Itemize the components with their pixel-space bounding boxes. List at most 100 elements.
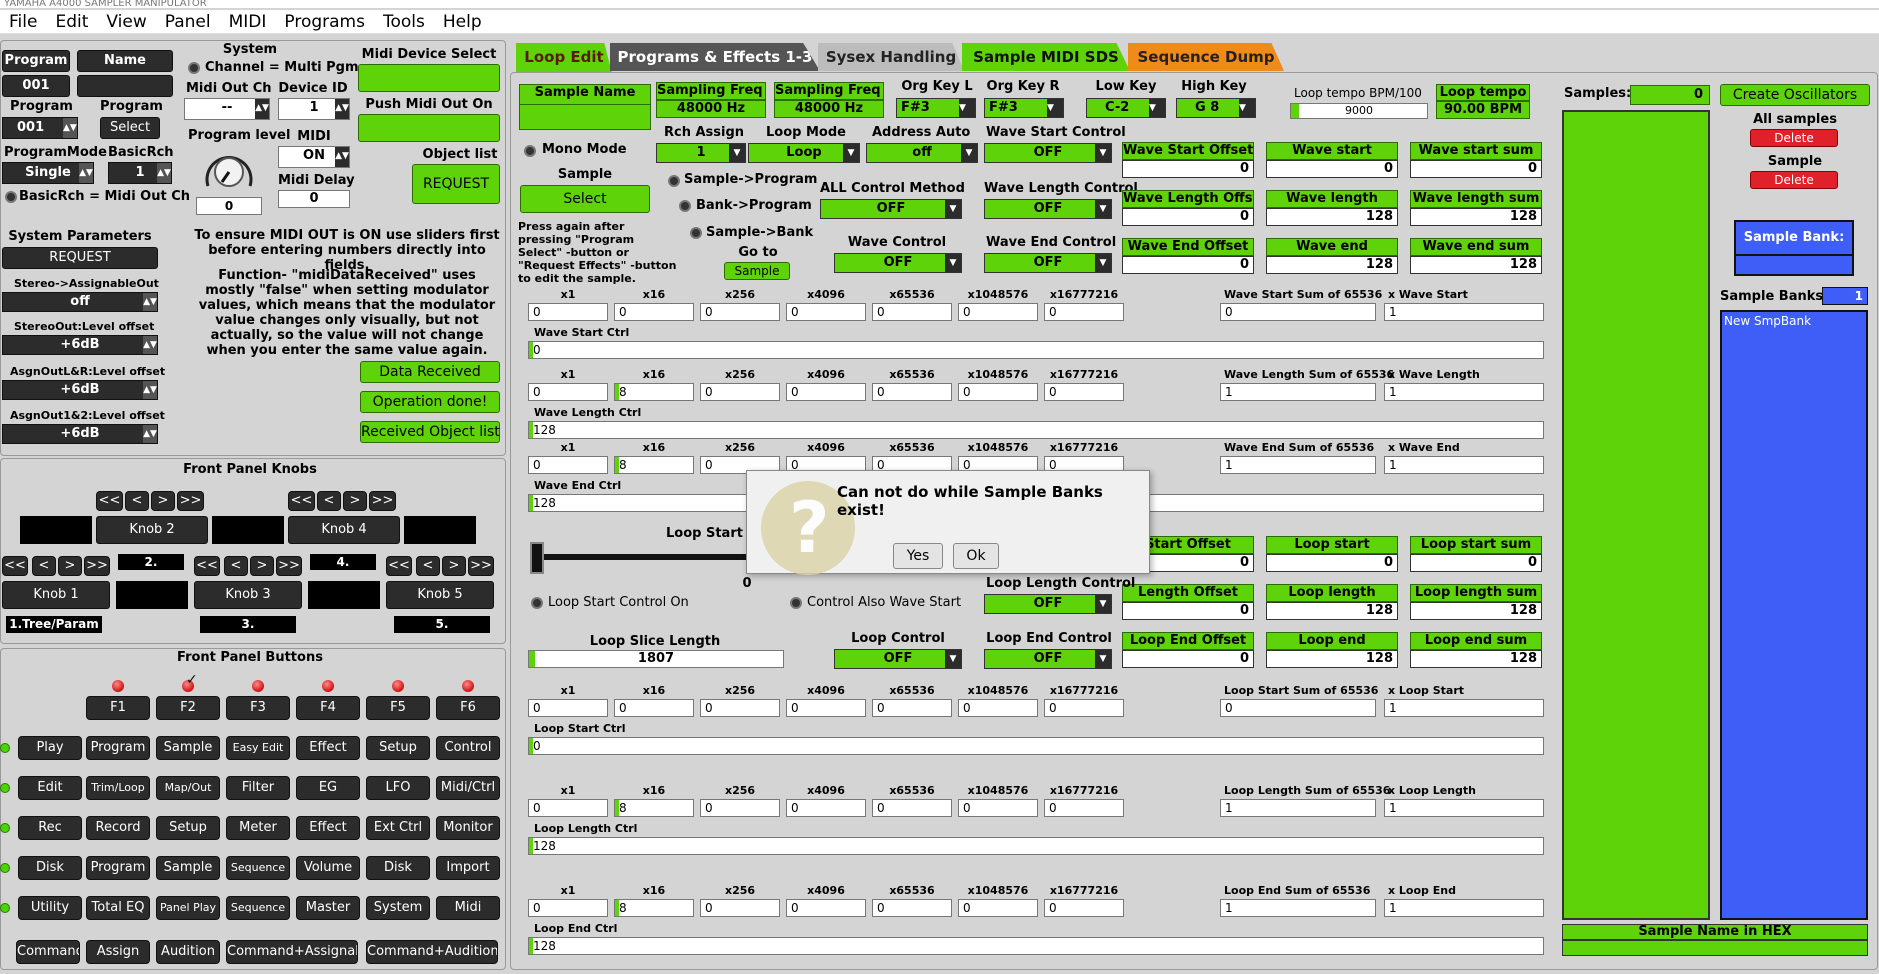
- loop-start-sum-value[interactable]: 0: [1410, 554, 1542, 572]
- sample-banks-list[interactable]: New SmpBank: [1720, 310, 1868, 920]
- low-key-select[interactable]: C-2 ▼: [1086, 98, 1166, 118]
- programmode-select[interactable]: Single ▲▼: [2, 162, 94, 184]
- multiplier-field-x65536[interactable]: 0: [872, 899, 952, 917]
- menu-file[interactable]: File: [0, 10, 46, 34]
- midi-delay-field[interactable]: 0: [278, 190, 350, 208]
- multiplier-field-x16777216[interactable]: 0: [1044, 303, 1124, 321]
- control-button[interactable]: Control: [436, 736, 500, 760]
- edit-button[interactable]: Edit: [18, 776, 82, 800]
- request-button[interactable]: REQUEST: [412, 164, 500, 204]
- multiplier-field-x256[interactable]: 0: [700, 899, 780, 917]
- org-key-l-select[interactable]: F#3 ▼: [896, 98, 976, 118]
- wave-start-value[interactable]: 0: [1266, 160, 1398, 178]
- loop-tempo-value[interactable]: 90.00 BPM: [1436, 101, 1530, 119]
- program-level-value[interactable]: 0: [196, 197, 262, 215]
- total-eq-button[interactable]: Total EQ: [86, 896, 150, 920]
- sample-select-button[interactable]: Select: [520, 185, 650, 213]
- multiplier-field-x1048576[interactable]: 0: [958, 799, 1038, 817]
- multiplier-field-x4096[interactable]: 0: [786, 303, 866, 321]
- org-key-r-select[interactable]: F#3 ▼: [984, 98, 1064, 118]
- lfo-button[interactable]: LFO: [366, 776, 430, 800]
- loop-start-slider-track[interactable]: [530, 554, 750, 560]
- utility-button[interactable]: Utility: [18, 896, 82, 920]
- monitor-button[interactable]: Monitor: [436, 816, 500, 840]
- midi-out-ch-select[interactable]: -- ▲▼: [184, 98, 270, 120]
- map-out-button[interactable]: Map/Out: [156, 776, 220, 800]
- knob3-prev-button[interactable]: <: [224, 556, 248, 576]
- import-button[interactable]: Import: [436, 856, 500, 880]
- menu-tools[interactable]: Tools: [374, 10, 434, 34]
- program-number[interactable]: 001: [2, 75, 70, 97]
- sampling-freq-l-value[interactable]: 48000 Hz: [656, 100, 766, 118]
- knob1-first-button[interactable]: <<: [2, 556, 28, 576]
- push-midi-out-button[interactable]: [358, 114, 500, 142]
- wave-start-sum-of-65536-field[interactable]: 0: [1220, 303, 1376, 321]
- multiplier-field-x65536[interactable]: 0: [872, 303, 952, 321]
- knob2-button[interactable]: Knob 2: [96, 516, 208, 544]
- menu-edit[interactable]: Edit: [46, 10, 97, 34]
- tab-loop-edit[interactable]: Loop Edit: [516, 43, 612, 73]
- loop-start-value[interactable]: 0: [1266, 554, 1398, 572]
- program-button[interactable]: Program: [86, 856, 150, 880]
- knob3-last-button[interactable]: >>: [276, 556, 302, 576]
- program-select-button[interactable]: Select: [100, 117, 160, 139]
- trim-loop-button[interactable]: Trim/Loop: [86, 776, 150, 800]
- multiplier-field-x16777216[interactable]: 0: [1044, 699, 1124, 717]
- record-button[interactable]: Record: [86, 816, 150, 840]
- loop-length-sum-value[interactable]: 128: [1410, 602, 1542, 620]
- wave-end-sum-of-65536-field[interactable]: 1: [1220, 456, 1376, 474]
- midi-button[interactable]: Midi: [436, 896, 500, 920]
- x-wave-start-field[interactable]: 1: [1384, 303, 1544, 321]
- sample-button[interactable]: Sample: [156, 736, 220, 760]
- menu-midi[interactable]: MIDI: [220, 10, 276, 34]
- sample-program-radio[interactable]: [668, 175, 680, 187]
- knob2-last-button[interactable]: >>: [177, 491, 204, 511]
- multiplier-field-x16[interactable]: 8: [614, 799, 694, 817]
- multiplier-field-x4096[interactable]: 0: [786, 899, 866, 917]
- multiplier-field-x1[interactable]: 0: [528, 699, 608, 717]
- multiplier-field-x256[interactable]: 0: [700, 699, 780, 717]
- wave-length-control-select[interactable]: OFF ▼: [984, 199, 1112, 219]
- multiplier-field-x4096[interactable]: 0: [786, 383, 866, 401]
- name-value[interactable]: [77, 75, 173, 97]
- f6-button[interactable]: F6: [436, 696, 500, 720]
- loop-end-value[interactable]: 128: [1266, 650, 1398, 668]
- multiplier-field-x4096[interactable]: 0: [786, 699, 866, 717]
- control-also-wave-radio[interactable]: [790, 597, 802, 609]
- loop-start-ctrl-slider[interactable]: 0: [528, 737, 1544, 755]
- sequence-button[interactable]: Sequence: [226, 856, 290, 880]
- delete-all-samples-button[interactable]: Delete: [1750, 129, 1838, 147]
- multiplier-field-x16777216[interactable]: 0: [1044, 899, 1124, 917]
- command-audition-button[interactable]: Command+Audition: [366, 940, 498, 964]
- knob4-button[interactable]: Knob 4: [288, 516, 400, 544]
- midi-ctrl-button[interactable]: Midi/Ctrl: [436, 776, 500, 800]
- loop-end-sum-value[interactable]: 128: [1410, 650, 1542, 668]
- tab-sequence-dump[interactable]: Sequence Dump: [1128, 43, 1284, 71]
- tab-programs-effects[interactable]: Programs & Effects 1-3: [610, 43, 820, 71]
- wave-end-value[interactable]: 128: [1266, 256, 1398, 274]
- wave-control-select[interactable]: OFF ▼: [834, 253, 962, 273]
- menu-help[interactable]: Help: [434, 10, 491, 34]
- loop-mode-select[interactable]: Loop ▼: [748, 143, 860, 163]
- sample-name-field[interactable]: [519, 104, 651, 130]
- knob2-prev-button[interactable]: <: [125, 491, 149, 511]
- address-auto-select[interactable]: off ▼: [866, 143, 978, 163]
- multiplier-field-x1048576[interactable]: 0: [958, 383, 1038, 401]
- multiplier-field-x1[interactable]: 0: [528, 899, 608, 917]
- multiplier-field-x4096[interactable]: 0: [786, 799, 866, 817]
- eg-button[interactable]: EG: [296, 776, 360, 800]
- menu-panel[interactable]: Panel: [156, 10, 220, 34]
- multiplier-field-x256[interactable]: 0: [700, 799, 780, 817]
- wave-length-value[interactable]: 128: [1266, 208, 1398, 226]
- effect-button[interactable]: Effect: [296, 736, 360, 760]
- multiplier-field-x1048576[interactable]: 0: [958, 699, 1038, 717]
- multiplier-field-x16[interactable]: 8: [614, 383, 694, 401]
- loop-start-sum-of-65536-field[interactable]: 0: [1220, 699, 1376, 717]
- f4-button[interactable]: F4: [296, 696, 360, 720]
- knob1-last-button[interactable]: >>: [84, 556, 110, 576]
- knob1-next-button[interactable]: >: [58, 556, 82, 576]
- midi-device-select-button[interactable]: [358, 64, 500, 92]
- effect-button[interactable]: Effect: [296, 816, 360, 840]
- f5-button[interactable]: F5: [366, 696, 430, 720]
- x-wave-length-field[interactable]: 1: [1384, 383, 1544, 401]
